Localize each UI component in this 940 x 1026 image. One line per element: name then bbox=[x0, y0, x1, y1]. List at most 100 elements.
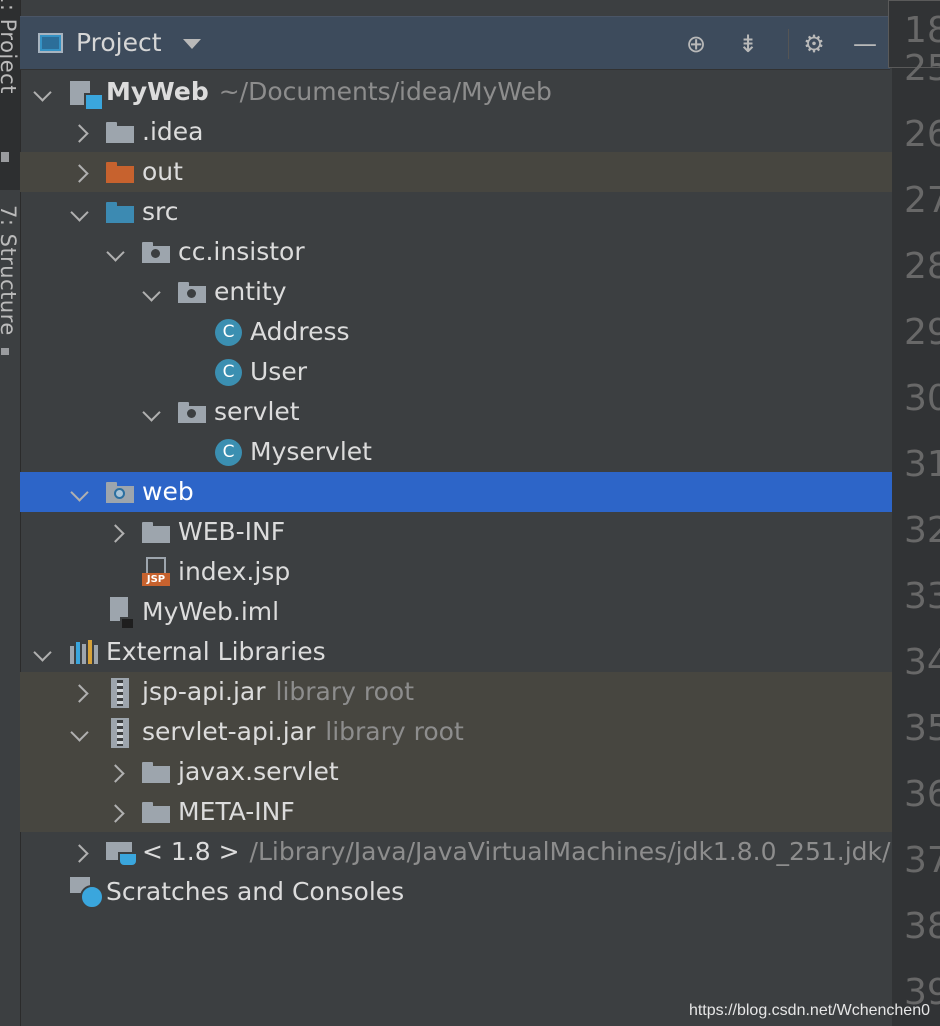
line-number: 25 bbox=[904, 48, 940, 89]
expand-chevron-icon[interactable] bbox=[33, 82, 55, 104]
tree-node-label: User bbox=[250, 357, 307, 386]
expand-chevron-icon[interactable] bbox=[70, 482, 92, 504]
line-number: 18 bbox=[904, 10, 940, 51]
locate-icon[interactable]: ⊕ bbox=[681, 29, 711, 59]
collapse-chevron-icon[interactable] bbox=[108, 802, 130, 824]
tree-node-idea[interactable]: .idea bbox=[20, 112, 892, 152]
minimize-icon[interactable]: — bbox=[850, 29, 880, 59]
jdk-path: /Library/Java/JavaVirtualMachines/jdk1.8… bbox=[249, 837, 891, 866]
collapse-chevron-icon[interactable] bbox=[108, 522, 130, 544]
structure-tab-label: 7: Structure bbox=[0, 205, 20, 336]
library-root-note: library root bbox=[325, 717, 464, 746]
tree-node-meta-inf[interactable]: META-INF bbox=[20, 792, 892, 832]
line-number: 29 bbox=[904, 312, 940, 353]
tree-node-entity[interactable]: entity bbox=[20, 272, 892, 312]
tree-node-label: entity bbox=[214, 277, 287, 306]
tool-window-strip: 1: Project 7: Structure bbox=[0, 0, 21, 1026]
tree-node-label: jsp-api.jar library root bbox=[142, 677, 415, 706]
folder-icon bbox=[142, 802, 170, 823]
tree-node-label: Address bbox=[250, 317, 350, 346]
collapse-all-icon[interactable]: ⇟ bbox=[733, 29, 763, 59]
tree-node-webinf[interactable]: WEB-INF bbox=[20, 512, 892, 552]
tree-node-web[interactable]: web bbox=[20, 472, 892, 512]
tree-node-label: WEB-INF bbox=[178, 517, 286, 546]
tree-node-label: servlet-api.jar library root bbox=[142, 717, 464, 746]
expand-chevron-icon[interactable] bbox=[70, 722, 92, 744]
project-tab-icon bbox=[1, 152, 9, 162]
tree-node-label: web bbox=[142, 477, 194, 506]
line-number: 32 bbox=[904, 510, 940, 551]
jar-icon bbox=[111, 678, 129, 708]
line-number: 30 bbox=[904, 378, 940, 419]
tree-node-jsp-api[interactable]: jsp-api.jar library root bbox=[20, 672, 892, 712]
tree-node-out[interactable]: out bbox=[20, 152, 892, 192]
collapse-chevron-icon[interactable] bbox=[72, 162, 94, 184]
expand-chevron-icon[interactable] bbox=[106, 242, 128, 264]
structure-tab-icon bbox=[1, 348, 9, 355]
tree-node-servlet[interactable]: servlet bbox=[20, 392, 892, 432]
editor-gutter: 18 25 26 27 28 29 30 31 32 33 34 35 36 3… bbox=[888, 0, 940, 1026]
tree-node-address[interactable]: C Address bbox=[20, 312, 892, 352]
package-icon bbox=[142, 242, 170, 263]
expand-chevron-icon[interactable] bbox=[142, 402, 164, 424]
gear-icon[interactable]: ⚙ bbox=[799, 29, 829, 59]
tree-node-label: servlet bbox=[214, 397, 300, 426]
tree-node-src[interactable]: src bbox=[20, 192, 892, 232]
web-folder-icon bbox=[106, 482, 134, 503]
folder-icon bbox=[142, 522, 170, 543]
tree-node-label: Scratches and Consoles bbox=[106, 877, 405, 906]
tree-node-myservlet[interactable]: C Myservlet bbox=[20, 432, 892, 472]
tree-node-label: index.jsp bbox=[178, 557, 291, 586]
collapse-chevron-icon[interactable] bbox=[108, 762, 130, 784]
tree-node-myweb[interactable]: MyWeb ~/Documents/idea/MyWeb bbox=[20, 72, 892, 112]
expand-chevron-icon[interactable] bbox=[70, 202, 92, 224]
tree-node-label: cc.insistor bbox=[178, 237, 305, 266]
class-icon: C bbox=[215, 319, 242, 346]
library-root-note: library root bbox=[275, 677, 415, 706]
toolbar-divider bbox=[788, 29, 789, 59]
line-number: 37 bbox=[904, 840, 940, 881]
class-icon: C bbox=[215, 359, 242, 386]
tree-node-label: MyWeb ~/Documents/idea/MyWeb bbox=[106, 77, 552, 106]
top-edge-bar bbox=[20, 0, 890, 16]
project-tab-label: 1: Project bbox=[0, 0, 20, 94]
package-icon bbox=[178, 402, 206, 423]
tree-node-label: META-INF bbox=[178, 797, 295, 826]
line-number: 26 bbox=[904, 114, 940, 155]
excluded-folder-icon bbox=[106, 162, 134, 183]
collapse-chevron-icon[interactable] bbox=[72, 682, 94, 704]
tree-node-label: javax.servlet bbox=[178, 757, 339, 786]
tree-node-label: < 1.8 >/Library/Java/JavaVirtualMachines… bbox=[142, 837, 891, 866]
project-tool-tab[interactable]: 1: Project bbox=[0, 0, 20, 190]
folder-icon bbox=[142, 762, 170, 783]
libraries-icon bbox=[70, 638, 100, 664]
expand-chevron-icon[interactable] bbox=[33, 642, 55, 664]
tree-node-iml[interactable]: MyWeb.iml bbox=[20, 592, 892, 632]
package-icon bbox=[178, 282, 206, 303]
line-number: 38 bbox=[904, 906, 940, 947]
collapse-chevron-icon[interactable] bbox=[72, 122, 94, 144]
class-icon: C bbox=[215, 439, 242, 466]
collapse-chevron-icon[interactable] bbox=[72, 842, 94, 864]
tree-node-scratches[interactable]: Scratches and Consoles bbox=[20, 872, 892, 912]
project-panel-header: Project ⊕ ⇟ ⚙ — bbox=[20, 16, 890, 70]
structure-tool-tab[interactable]: 7: Structure bbox=[0, 200, 20, 375]
tree-node-javax-servlet[interactable]: javax.servlet bbox=[20, 752, 892, 792]
expand-chevron-icon[interactable] bbox=[142, 282, 164, 304]
tree-node-index-jsp[interactable]: JSP index.jsp bbox=[20, 552, 892, 592]
project-view-icon bbox=[38, 33, 63, 53]
tree-node-servlet-api[interactable]: servlet-api.jar library root bbox=[20, 712, 892, 752]
line-number: 35 bbox=[904, 708, 940, 749]
project-view-title[interactable]: Project bbox=[76, 28, 162, 57]
source-folder-icon bbox=[106, 202, 134, 223]
view-dropdown-icon[interactable] bbox=[183, 39, 201, 49]
line-number: 31 bbox=[904, 444, 940, 485]
tree-node-user[interactable]: C User bbox=[20, 352, 892, 392]
tree-node-jdk[interactable]: < 1.8 >/Library/Java/JavaVirtualMachines… bbox=[20, 832, 892, 872]
tree-node-package[interactable]: cc.insistor bbox=[20, 232, 892, 272]
jdk-icon bbox=[106, 839, 140, 869]
tree-node-label: MyWeb.iml bbox=[142, 597, 280, 626]
tree-node-label: .idea bbox=[142, 117, 204, 146]
jar-icon bbox=[111, 718, 129, 748]
tree-node-external-libraries[interactable]: External Libraries bbox=[20, 632, 892, 672]
